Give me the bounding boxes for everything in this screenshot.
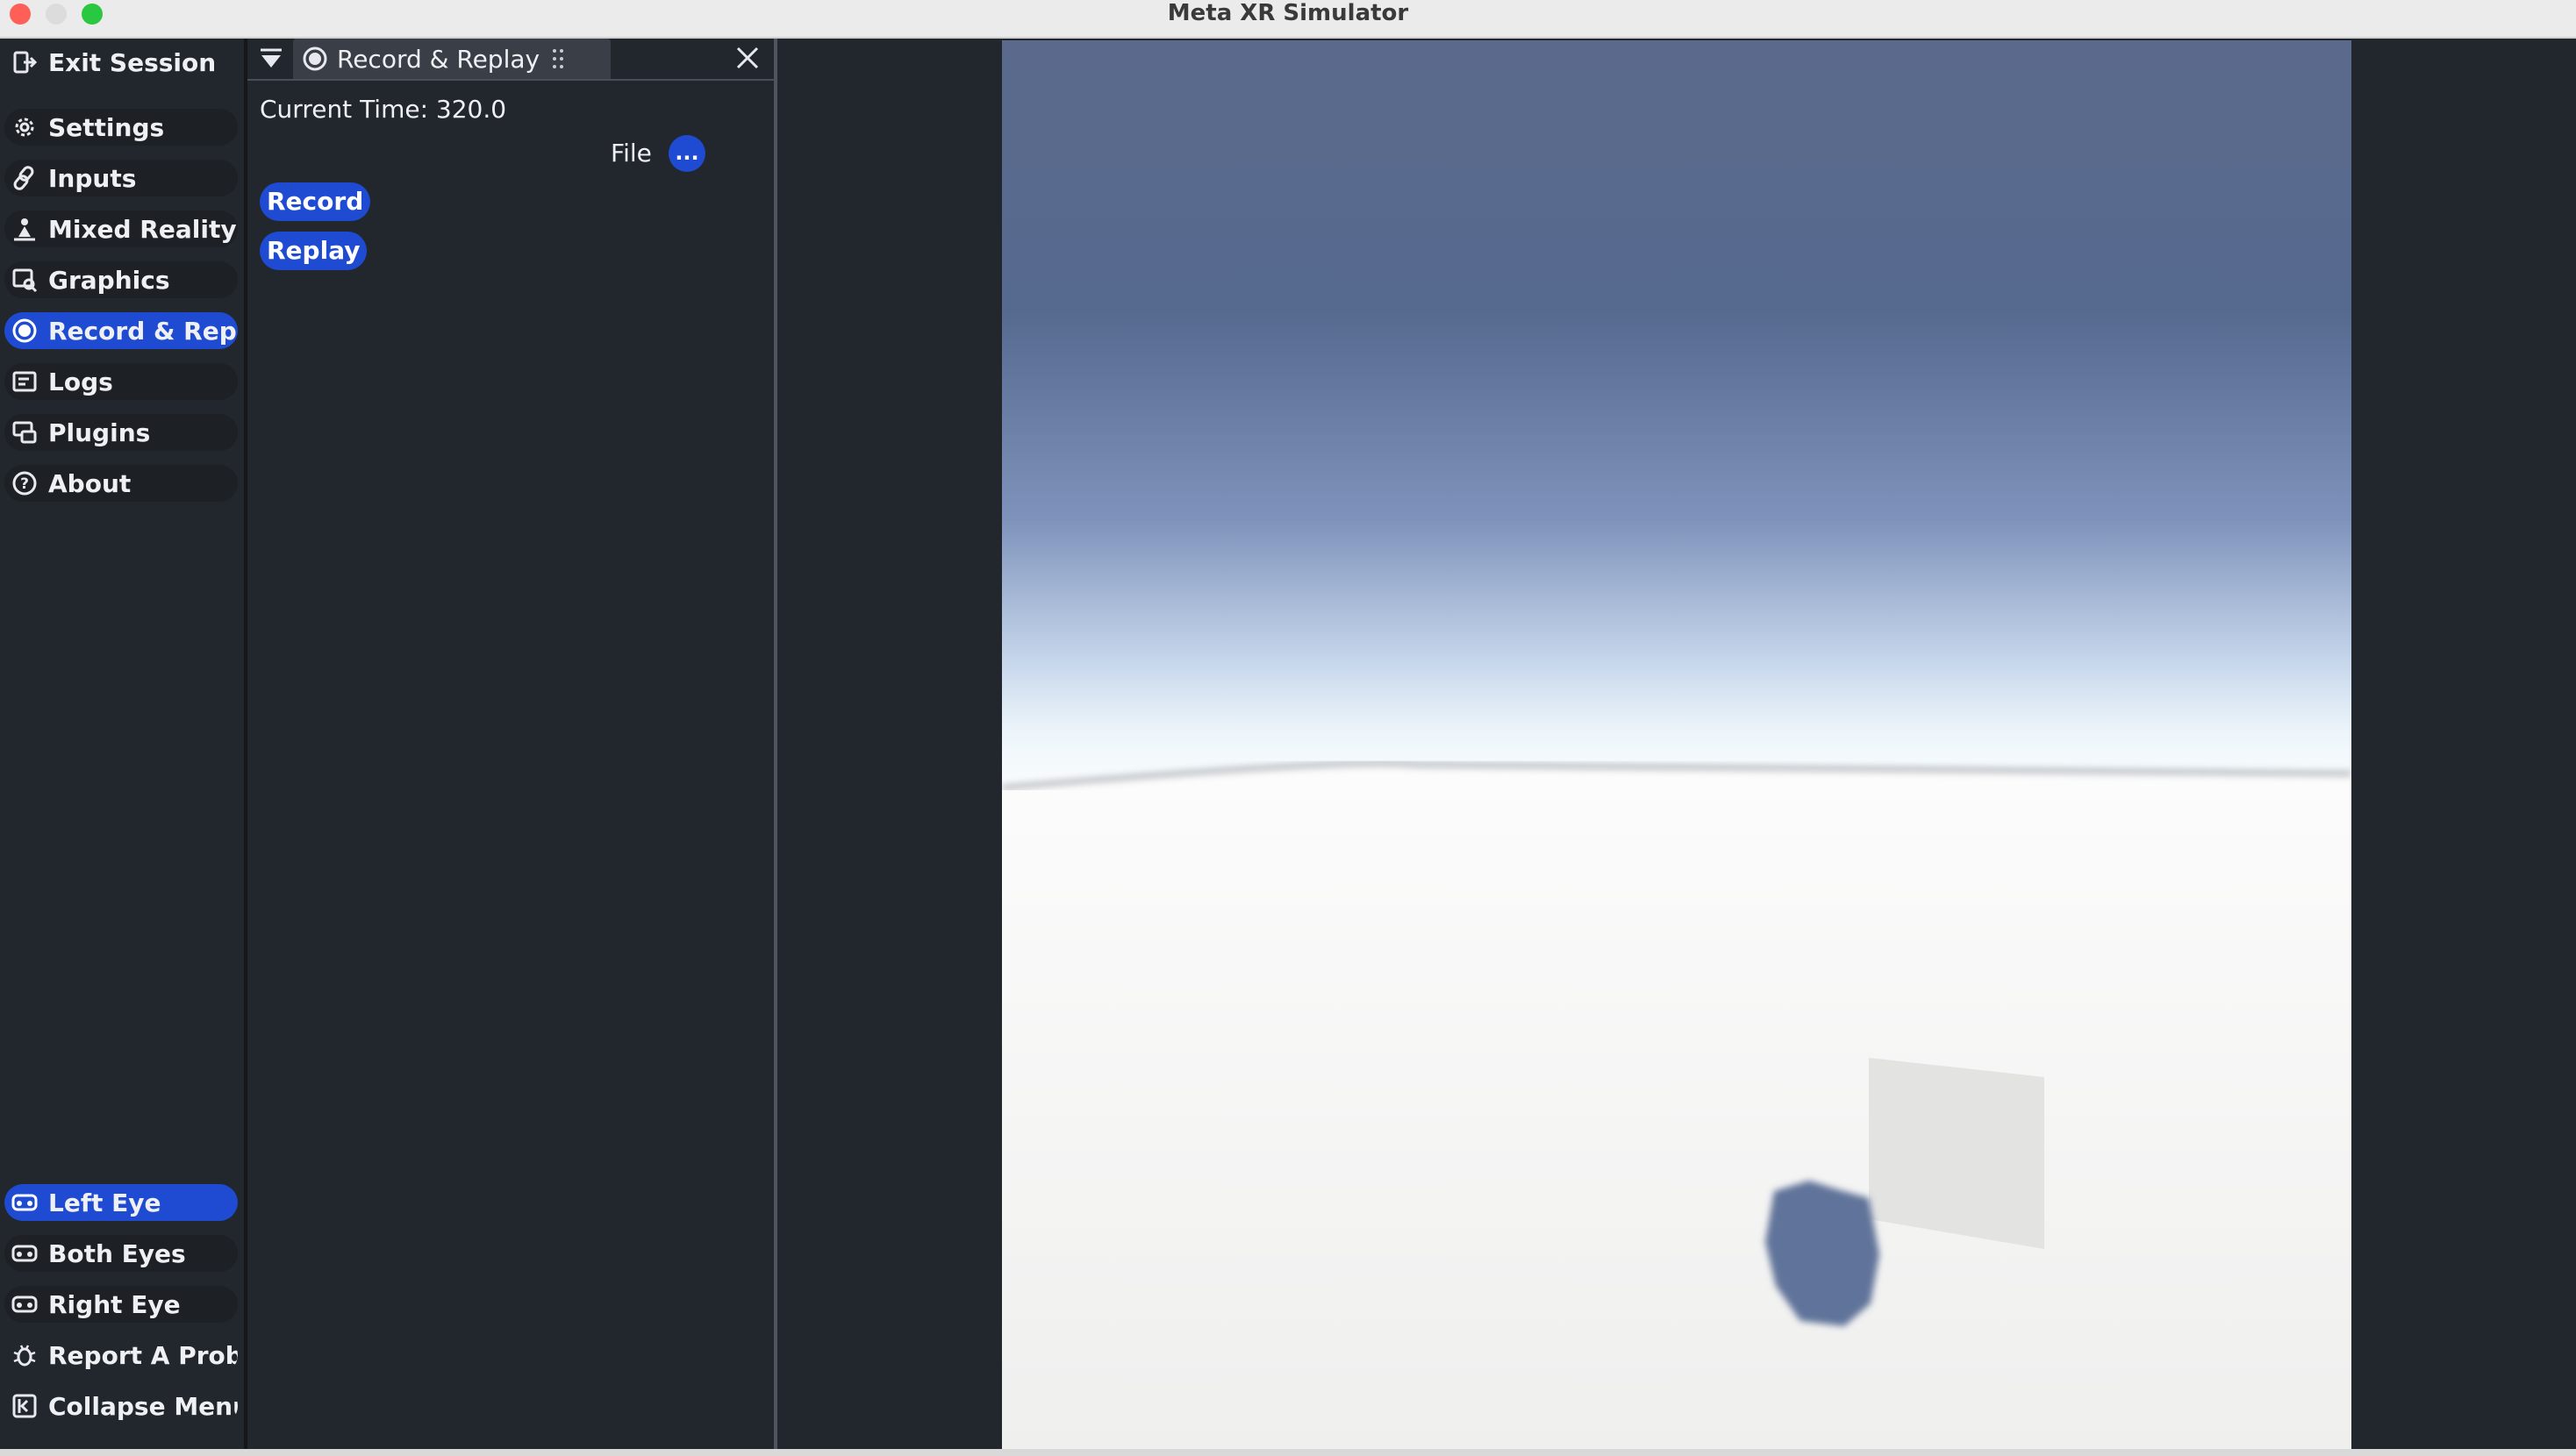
floor-plane [1002, 763, 2351, 1449]
side-menu: Exit Session Settings Inputs Mixed Reali… [0, 39, 244, 1449]
browse-file-button[interactable]: ... [669, 135, 705, 172]
menu-item-exit-session[interactable]: Exit Session [4, 44, 238, 81]
menu-item-label: Mixed Reality [48, 214, 237, 244]
headset-icon [11, 1239, 39, 1267]
menu-item-label: Inputs [48, 163, 137, 193]
menu-item-label: Record & Replay [48, 316, 238, 346]
menu-item-label: Exit Session [48, 47, 217, 77]
menu-item-inputs[interactable]: Inputs [4, 160, 238, 196]
window-titlebar: Meta XR Simulator [0, 0, 2576, 39]
xr-scene-viewport[interactable] [1002, 40, 2351, 1449]
menu-item-settings[interactable]: Settings [4, 109, 238, 146]
menu-item-label: Graphics [48, 265, 170, 295]
collapse-icon [11, 1392, 39, 1420]
menu-item-label: About [48, 468, 132, 498]
menu-item-about[interactable]: ? About [4, 465, 238, 502]
menu-item-record-replay[interactable]: Record & Replay [4, 312, 238, 349]
menu-item-mixed-reality[interactable]: Mixed Reality [4, 211, 238, 247]
headset-icon [11, 1290, 39, 1318]
floating-panel-object [1869, 1058, 2044, 1249]
menu-item-label: Logs [48, 367, 113, 396]
menu-item-label: Plugins [48, 418, 151, 447]
window-title: Meta XR Simulator [1167, 0, 1409, 26]
sky [1002, 40, 2351, 812]
record-replay-panel: Record & Replay Current Time: 320.0 File… [247, 39, 774, 1449]
exit-session-icon [11, 48, 39, 76]
menu-item-label: Left Eye [48, 1188, 161, 1217]
gear-icon [11, 113, 39, 141]
menu-item-collapse-menu[interactable]: Collapse Menu [4, 1388, 238, 1424]
menu-item-logs[interactable]: Logs [4, 363, 238, 400]
link-icon [11, 164, 39, 192]
menu-item-right-eye[interactable]: Right Eye [4, 1286, 238, 1323]
svg-text:?: ? [20, 475, 29, 493]
headset-icon [11, 1188, 39, 1217]
menu-item-plugins[interactable]: Plugins [4, 414, 238, 451]
window-bottom-edge [0, 1449, 2576, 1456]
panel-tab-bar: Record & Replay [247, 39, 774, 81]
menu-item-both-eyes[interactable]: Both Eyes [4, 1235, 238, 1272]
current-time-label: Current Time: 320.0 [260, 95, 507, 124]
logs-icon [11, 368, 39, 396]
menu-item-label: Right Eye [48, 1289, 181, 1319]
file-label: File [611, 139, 652, 168]
drag-handle-icon[interactable] [550, 46, 566, 71]
menu-item-graphics[interactable]: Graphics [4, 261, 238, 298]
menu-item-label: Collapse Menu [48, 1391, 238, 1421]
replay-button[interactable]: Replay [260, 232, 368, 270]
record-button[interactable]: Record [260, 182, 371, 221]
file-path-input[interactable] [260, 137, 590, 172]
tab-record-replay[interactable]: Record & Replay [293, 39, 611, 79]
record-icon [11, 317, 39, 345]
close-icon[interactable] [733, 44, 762, 72]
mixed-reality-icon [11, 215, 39, 243]
menu-item-label: Settings [48, 112, 165, 142]
menu-item-left-eye[interactable]: Left Eye [4, 1184, 238, 1221]
menu-item-label: Both Eyes [48, 1238, 186, 1268]
bug-icon [11, 1341, 39, 1369]
record-icon [303, 46, 327, 71]
tab-label: Record & Replay [337, 44, 540, 74]
question-icon: ? [11, 469, 39, 497]
tab-menu-icon[interactable] [258, 47, 284, 70]
plugins-icon [11, 418, 39, 446]
graphics-icon [11, 266, 39, 294]
menu-item-label: Report A Problem [48, 1340, 238, 1370]
menu-item-report-problem[interactable]: Report A Problem [4, 1337, 238, 1374]
